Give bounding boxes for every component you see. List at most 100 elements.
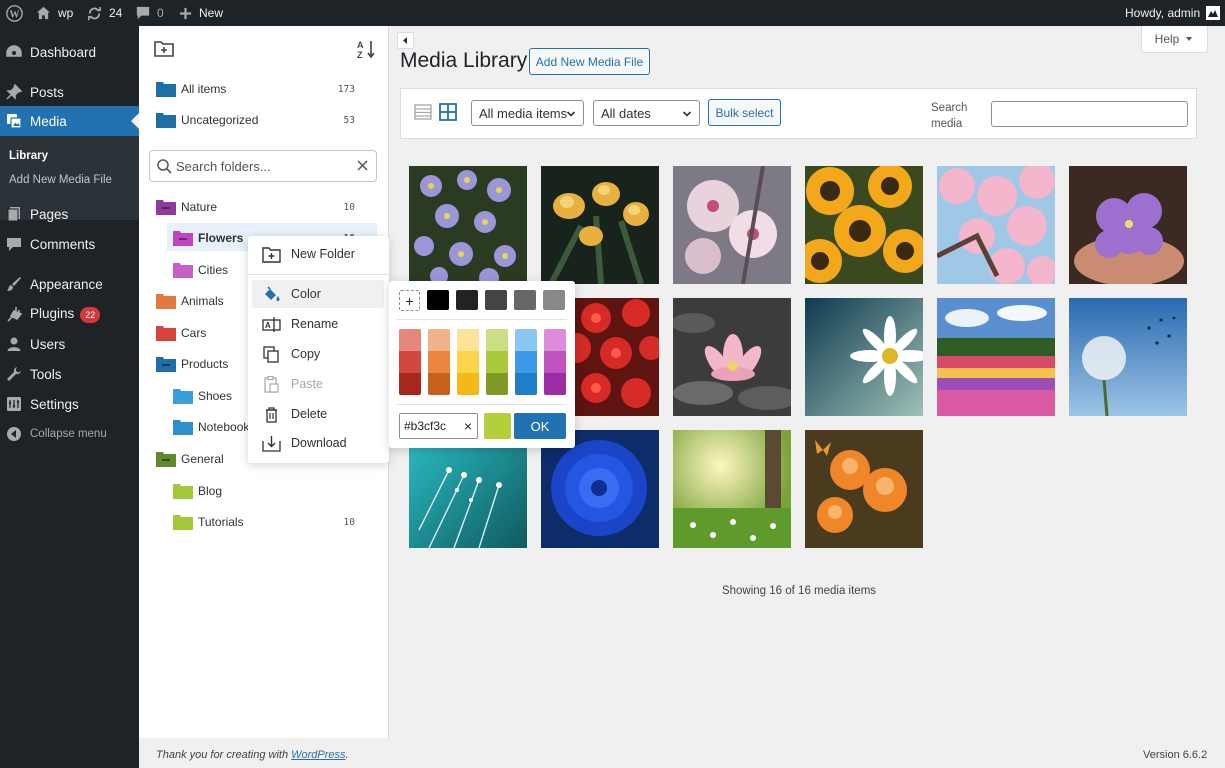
menu-comments[interactable]: Comments	[0, 229, 139, 259]
footer-thanks-end: .	[345, 749, 349, 761]
menu-plugins[interactable]: Plugins 22	[0, 299, 139, 329]
gray-swatch[interactable]	[543, 290, 565, 310]
menu-media[interactable]: Media	[0, 106, 139, 136]
gray-swatch[interactable]	[456, 290, 478, 310]
collapse-menu-button[interactable]: Collapse menu	[0, 419, 139, 449]
submenu-library[interactable]: Library	[9, 150, 48, 162]
ctx-color[interactable]: Color	[252, 280, 384, 308]
clear-search-icon[interactable]	[357, 160, 368, 171]
chevron-down-icon	[566, 111, 576, 117]
add-custom-color-button[interactable]: +	[399, 290, 420, 311]
green-swatch-column[interactable]	[486, 329, 508, 395]
ctx-label: Download	[291, 436, 347, 450]
hex-input[interactable]: #b3cf3c	[404, 419, 446, 433]
plus-icon	[179, 7, 192, 20]
folder-search-input[interactable]	[176, 157, 346, 175]
menu-posts[interactable]: Posts	[0, 77, 139, 107]
folder-icon	[156, 326, 176, 341]
add-new-media-button[interactable]: Add New Media File	[529, 48, 650, 75]
media-type-filter[interactable]: All media items	[471, 100, 584, 126]
picker-divider	[397, 404, 567, 405]
new-content-menu[interactable]: New	[179, 0, 223, 26]
avatar	[1206, 6, 1221, 20]
clear-hex-icon[interactable]: ×	[464, 418, 472, 434]
account-menu[interactable]: Howdy, admin	[1125, 0, 1221, 26]
menu-pages[interactable]: Pages	[0, 199, 139, 229]
ctx-download[interactable]: Download	[252, 429, 384, 457]
media-thumbnail[interactable]	[541, 166, 659, 284]
grid-view-icon[interactable]	[439, 103, 457, 121]
gray-swatch[interactable]	[514, 290, 536, 310]
menu-tools[interactable]: Tools	[0, 359, 139, 389]
media-count-status: Showing 16 of 16 media items	[721, 585, 877, 597]
comments-menu[interactable]: 0	[136, 0, 164, 26]
updates-menu[interactable]: 24	[87, 0, 122, 26]
gray-swatch[interactable]	[427, 290, 449, 310]
ctx-delete[interactable]: Delete	[252, 400, 384, 428]
red-swatch-column[interactable]	[399, 329, 421, 395]
gray-swatch[interactable]	[485, 290, 507, 310]
media-toolbar: All media items All dates Bulk select Se…	[400, 88, 1197, 139]
collapse-panel-toggle[interactable]	[397, 32, 414, 49]
media-thumbnail[interactable]	[805, 166, 923, 284]
media-thumbnail[interactable]	[1069, 166, 1187, 284]
submenu-add-new[interactable]: Add New Media File	[9, 174, 112, 186]
sort-az-icon[interactable]: AZ	[356, 39, 376, 59]
svg-text:A: A	[357, 40, 364, 50]
menu-settings[interactable]: Settings	[0, 389, 139, 419]
media-thumbnail[interactable]	[805, 298, 923, 416]
orange-swatch-column[interactable]	[428, 329, 450, 395]
search-media-input[interactable]	[991, 101, 1188, 127]
media-thumbnail[interactable]	[409, 166, 527, 284]
folder-nature[interactable]: Nature 10	[156, 199, 377, 215]
ctx-paste[interactable]: Paste	[252, 370, 384, 398]
media-thumbnail[interactable]	[937, 166, 1055, 284]
new-folder-icon[interactable]	[154, 40, 174, 57]
folder-icon	[156, 452, 176, 467]
blue-swatch-column[interactable]	[515, 329, 537, 395]
color-preview	[484, 413, 511, 439]
wrench-icon	[6, 366, 22, 382]
folder-all-items[interactable]: All items 173	[156, 81, 377, 97]
purple-swatch-column[interactable]	[544, 329, 566, 395]
updates-count: 24	[109, 6, 123, 20]
folder-label: Tutorials	[198, 515, 244, 529]
ctx-label: Copy	[291, 347, 321, 361]
ctx-copy[interactable]: Copy	[252, 340, 384, 368]
plugins-label: Plugins	[30, 305, 75, 321]
media-thumbnail[interactable]	[673, 298, 791, 416]
list-view-icon[interactable]	[414, 103, 432, 121]
media-icon	[6, 113, 22, 129]
date-filter[interactable]: All dates	[593, 100, 700, 126]
folder-label: Flowers	[198, 231, 244, 245]
wordpress-logo-icon[interactable]: W	[6, 0, 23, 26]
folder-uncategorized[interactable]: Uncategorized 53	[156, 112, 377, 128]
comment-icon	[6, 236, 22, 252]
menu-label: Pages	[30, 206, 69, 222]
media-thumbnail[interactable]	[673, 166, 791, 284]
trash-icon	[262, 406, 281, 423]
menu-appearance[interactable]: Appearance	[0, 269, 139, 299]
yellow-swatch-column[interactable]	[457, 329, 479, 395]
media-thumbnail[interactable]	[937, 298, 1055, 416]
menu-dashboard[interactable]: Dashboard	[0, 37, 139, 67]
folder-label: Nature	[181, 200, 218, 214]
site-menu[interactable]: wp	[36, 0, 73, 26]
copy-icon	[262, 346, 281, 363]
menu-users[interactable]: Users	[0, 329, 139, 359]
ctx-label: Color	[291, 287, 321, 301]
ctx-new-folder[interactable]: New Folder	[252, 240, 384, 268]
picker-divider	[397, 319, 567, 320]
media-thumbnail[interactable]	[1069, 298, 1187, 416]
ctx-divider	[248, 274, 389, 275]
folder-tutorials[interactable]: Tutorials 10	[173, 514, 377, 530]
help-tab-button[interactable]: Help	[1141, 26, 1208, 53]
ok-button[interactable]: OK	[514, 413, 566, 439]
wordpress-link[interactable]: WordPress	[291, 749, 345, 761]
settings-icon	[6, 396, 22, 412]
bulk-select-button[interactable]: Bulk select	[708, 99, 781, 126]
media-thumbnail[interactable]	[673, 430, 791, 548]
ctx-rename[interactable]: A Rename	[252, 310, 384, 338]
media-thumbnail[interactable]	[805, 430, 923, 548]
folder-blog[interactable]: Blog	[173, 483, 377, 499]
